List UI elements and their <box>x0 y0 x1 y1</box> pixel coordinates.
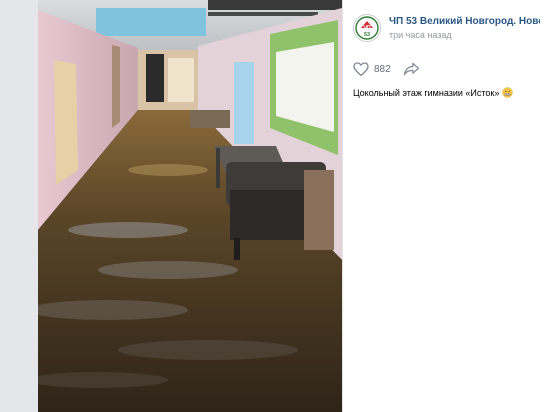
avatar-text: ЧП <box>363 25 371 31</box>
community-avatar[interactable]: ЧП 53 <box>353 14 381 42</box>
viewer-backdrop <box>0 0 38 412</box>
like-count: 882 <box>374 63 391 75</box>
heart-outline-icon <box>353 62 369 76</box>
post-timestamp[interactable]: три часа назад <box>389 30 540 40</box>
share-arrow-icon <box>403 62 419 76</box>
avatar-logo-icon: ЧП 53 <box>355 16 379 40</box>
share-button[interactable] <box>403 62 420 76</box>
post-actions: 882 <box>343 48 550 80</box>
media-viewer: ЧП 53 ЧП 53 Великий Новгород. Новости тр… <box>0 0 550 412</box>
caption-text: Цокольный этаж гимназии «Исток» <box>353 87 500 98</box>
author-block: ЧП 53 Великий Новгород. Новости три часа… <box>389 16 540 40</box>
post-sidebar: ЧП 53 ЧП 53 Великий Новгород. Новости тр… <box>342 0 550 412</box>
flooded-corridor-photo <box>38 0 342 412</box>
post-photo[interactable] <box>38 0 342 412</box>
grimacing-face-icon <box>502 87 514 98</box>
post-caption: Цокольный этаж гимназии «Исток» <box>343 80 550 98</box>
post-header: ЧП 53 ЧП 53 Великий Новгород. Новости тр… <box>343 0 550 48</box>
author-link[interactable]: ЧП 53 Великий Новгород. Новости <box>389 16 540 28</box>
like-button[interactable]: 882 <box>353 62 391 76</box>
avatar-number: 53 <box>364 32 370 38</box>
